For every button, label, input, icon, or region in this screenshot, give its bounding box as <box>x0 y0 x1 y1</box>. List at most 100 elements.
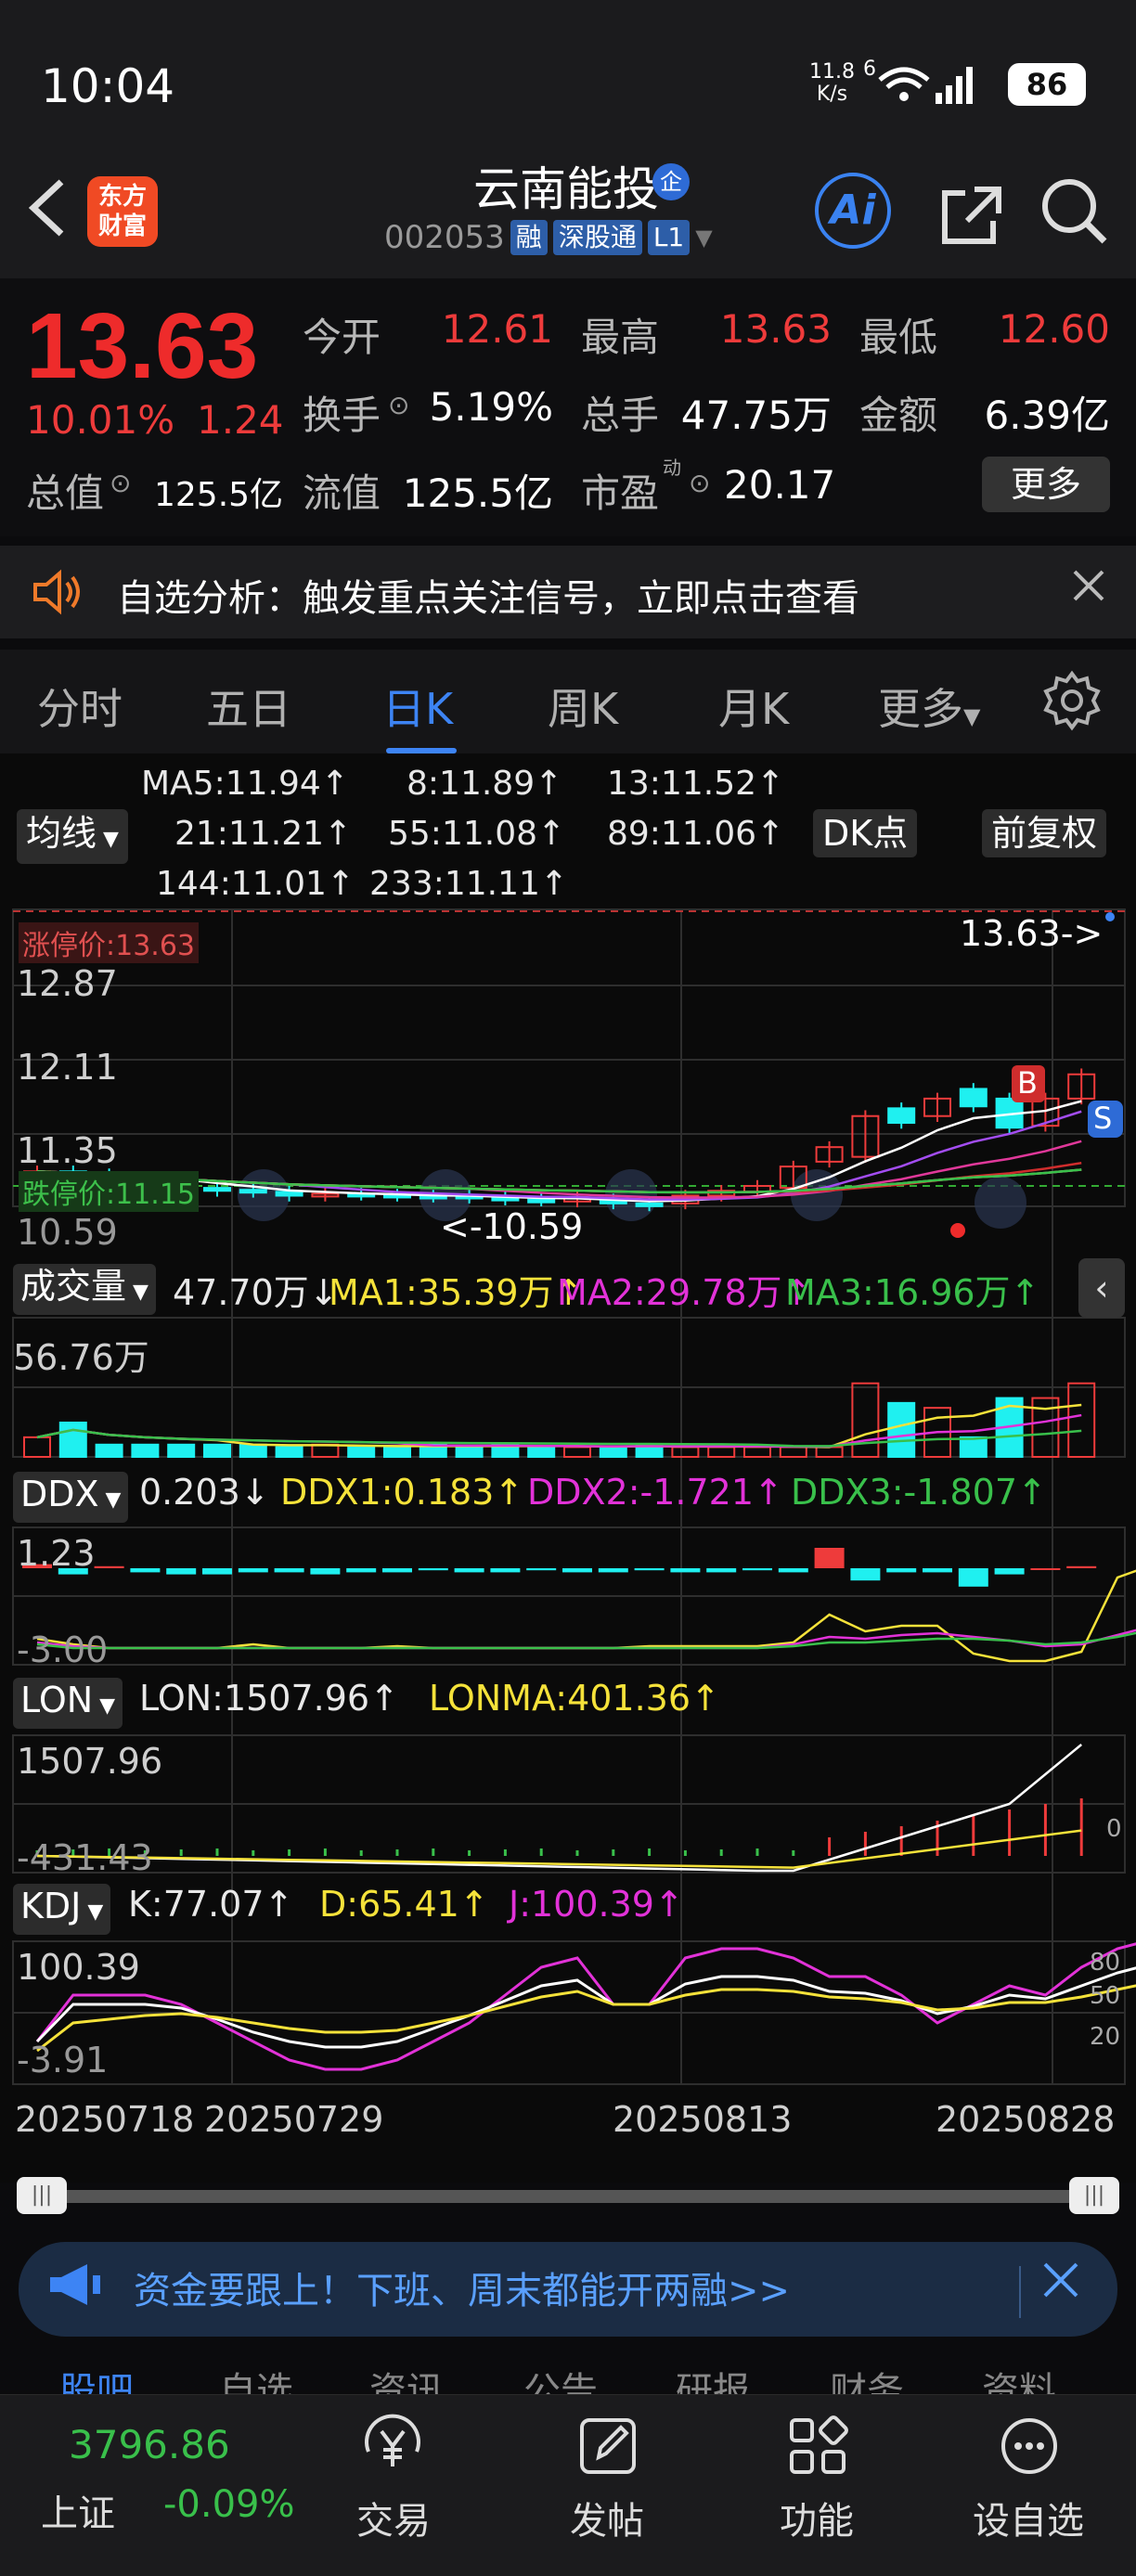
dk-point-button[interactable]: DK点 <box>813 809 918 857</box>
close-alert-button[interactable] <box>1065 562 1112 620</box>
kline-y-label: 11.35 <box>17 1130 118 1171</box>
grid-icon <box>790 2415 848 2474</box>
trade-nav-label[interactable]: 交易 <box>319 2491 468 2544</box>
ddx-bar <box>310 1568 341 1575</box>
min-price-marker: <-10.59 <box>440 1206 584 1247</box>
post-nav-button[interactable] <box>557 2409 659 2497</box>
tab-intraday[interactable]: 分时 <box>37 676 123 737</box>
kdj-bottom-label: -3.91 <box>17 2040 109 2080</box>
more-quote-button[interactable]: 更多 <box>982 457 1110 512</box>
status-time: 10:04 <box>41 59 175 113</box>
ddx1-value: DDX1:0.183↑ <box>280 1472 524 1513</box>
ddx-bar <box>346 1568 377 1573</box>
ma-selector-label: 均线 <box>26 813 97 854</box>
ddx-selector-label: DDX <box>20 1474 99 1514</box>
index-name[interactable]: 上证 <box>41 2483 115 2537</box>
functions-nav-button[interactable] <box>767 2409 869 2497</box>
tab-five-day[interactable]: 五日 <box>206 676 291 737</box>
lon-selector[interactable]: LON ▼ <box>13 1678 123 1729</box>
volume-value: 47.70万↓ <box>173 1272 339 1313</box>
pe-dynamic-sup: 动 <box>663 457 681 479</box>
info-icon[interactable]: ⊙ <box>110 468 131 498</box>
volume-ma1: MA1:35.39万↑ <box>329 1272 584 1313</box>
ddx-top-label: 1.23 <box>17 1533 96 1574</box>
adjust-button[interactable]: 前复权 <box>982 809 1107 857</box>
candle-body <box>239 1189 267 1194</box>
buy-marker[interactable]: B <box>1017 1065 1038 1101</box>
candle-body <box>275 1191 303 1197</box>
volume-selector[interactable]: 成交量 ▼ <box>13 1264 156 1315</box>
kdj-j-value: J:100.39↑ <box>509 1884 684 1925</box>
ddx-bar <box>274 1568 304 1573</box>
more-icon <box>1001 2418 1057 2474</box>
promo-text[interactable]: 资金要跟上！下班、周末都能开两融>> <box>134 2260 790 2314</box>
range-slider-right-handle[interactable]: ||| <box>1069 2177 1119 2214</box>
ma-legend-21: 21:11.21↑ <box>174 815 353 853</box>
stock-code: 002053 <box>384 219 505 256</box>
kdj-selector[interactable]: KDJ ▼ <box>13 1884 111 1935</box>
functions-nav-label[interactable]: 功能 <box>742 2491 891 2544</box>
ddx-bar <box>958 1568 988 1587</box>
share-icon <box>942 187 1001 244</box>
info-icon[interactable]: ⊙ <box>689 468 710 498</box>
total-value: 125.5亿 <box>154 476 284 514</box>
index-change[interactable]: -0.09% <box>163 2483 295 2526</box>
post-nav-label[interactable]: 发帖 <box>533 2491 681 2544</box>
volume-selector-label: 成交量 <box>20 1266 127 1307</box>
sell-marker[interactable]: S <box>1093 1101 1112 1136</box>
back-button[interactable] <box>20 165 76 266</box>
info-icon[interactable]: ⊙ <box>388 390 409 420</box>
ma-selector[interactable]: 均线 ▼ <box>17 809 128 864</box>
ddx-bottom-label: -3.00 <box>17 1629 109 1670</box>
date-label: 20250813 <box>613 2099 793 2140</box>
lon-bars <box>35 1798 1083 1856</box>
volume-bar <box>815 1446 844 1459</box>
ddx-selector[interactable]: DDX ▼ <box>13 1472 129 1523</box>
close-promo-button[interactable] <box>1036 2255 1086 2317</box>
search-button[interactable] <box>1038 174 1112 264</box>
candle-body <box>527 1198 556 1204</box>
ddx-bar <box>742 1568 772 1571</box>
ddx-bar <box>598 1568 628 1573</box>
volume-bar <box>95 1443 123 1459</box>
ai-button[interactable]: Ai <box>815 173 891 249</box>
add-watchlist-nav-button[interactable] <box>978 2409 1080 2497</box>
caret-down-icon: ▼ <box>126 1281 148 1304</box>
net-gen: 6 <box>863 58 876 81</box>
open-value: 12.61 <box>441 306 553 352</box>
range-slider-left-handle[interactable]: ||| <box>17 2177 67 2214</box>
kline-y-label: 10.59 <box>17 1212 118 1253</box>
lon-zero-label: 0 <box>1106 1815 1122 1843</box>
stock-code-row[interactable]: 002053 融 深股通 L1 ▼ <box>384 219 713 256</box>
collapse-panel-button[interactable]: ‹ <box>1078 1258 1125 1318</box>
tab-monthly-k[interactable]: 月K <box>718 676 789 737</box>
megaphone-icon <box>46 2259 104 2323</box>
lon-selector-label: LON <box>20 1680 94 1720</box>
tag-margin: 融 <box>510 220 548 255</box>
index-value[interactable]: 3796.86 <box>69 2422 230 2467</box>
total-value-label: 总值 <box>26 470 105 516</box>
ddx-bar <box>1030 1568 1061 1570</box>
eastmoney-logo[interactable]: 东方 财富 <box>87 176 158 247</box>
kdj-level-20: 20 <box>1090 2023 1121 2051</box>
chart-settings-button[interactable] <box>1041 670 1103 745</box>
range-slider-track[interactable] <box>22 2190 1114 2203</box>
volume-bar <box>203 1443 231 1459</box>
ddx-bar <box>850 1568 881 1581</box>
signal-dot <box>950 1223 965 1238</box>
share-button[interactable] <box>934 178 1008 268</box>
alert-text[interactable]: 自选分析：触发重点关注信号，立即点击查看 <box>117 568 859 622</box>
chevron-left-icon <box>28 179 64 237</box>
logo-line2: 财富 <box>97 213 147 240</box>
ddx-value: 0.203↓ <box>139 1472 270 1513</box>
tab-more[interactable]: 更多▼ <box>878 676 980 737</box>
add-watchlist-nav-label[interactable]: 设自选 <box>954 2491 1103 2544</box>
volume-bar <box>167 1443 196 1459</box>
ddx-bar <box>886 1568 917 1573</box>
tab-daily-k[interactable]: 日K <box>382 676 453 737</box>
tab-weekly-k[interactable]: 周K <box>548 676 618 737</box>
volume-bar <box>707 1446 736 1459</box>
trade-nav-button[interactable] <box>342 2409 444 2497</box>
volume-bar <box>239 1443 267 1459</box>
kdj-top-label: 100.39 <box>17 1947 140 1988</box>
